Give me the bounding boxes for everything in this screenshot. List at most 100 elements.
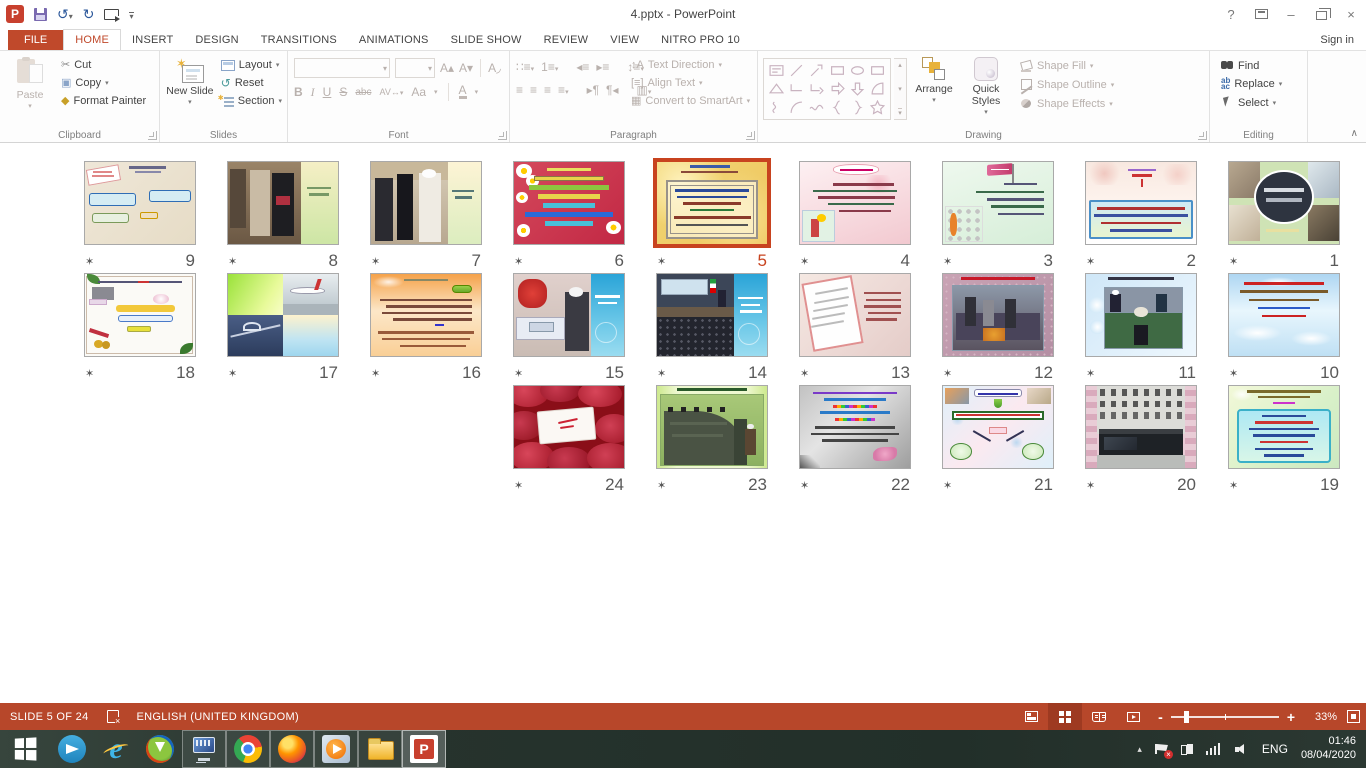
- undo-icon[interactable]: ↺▾: [57, 7, 73, 21]
- shape-glyph-4[interactable]: [850, 63, 865, 78]
- slide-sorter-view-button[interactable]: [1048, 703, 1082, 730]
- spell-check-icon[interactable]: [107, 710, 119, 723]
- slide-image-15[interactable]: [513, 273, 625, 357]
- font-dialog-launcher[interactable]: [498, 131, 507, 140]
- slide-image-20[interactable]: [1085, 385, 1197, 469]
- slide-thumbnail-13[interactable]: ✶13: [799, 273, 911, 383]
- shape-glyph-13[interactable]: [789, 100, 804, 115]
- language-indicator[interactable]: ENGLISH (UNITED KINGDOM): [137, 711, 299, 723]
- clipboard-dialog-launcher[interactable]: [148, 131, 157, 140]
- character-spacing-button[interactable]: AV↔▾: [379, 87, 403, 97]
- layout-button[interactable]: Layout▾: [218, 58, 285, 72]
- shape-glyph-9[interactable]: [830, 81, 845, 96]
- tab-file[interactable]: FILE: [8, 30, 63, 50]
- shape-glyph-7[interactable]: [789, 81, 804, 96]
- volume-icon[interactable]: [1235, 743, 1249, 755]
- slide-image-19[interactable]: [1228, 385, 1340, 469]
- shape-glyph-6[interactable]: [769, 81, 784, 96]
- restore-button[interactable]: [1306, 1, 1336, 27]
- tab-review[interactable]: REVIEW: [533, 30, 600, 50]
- font-color-button[interactable]: A: [459, 85, 467, 99]
- slide-thumbnail-6[interactable]: ✶6: [513, 161, 625, 271]
- taskbar-download-manager-button[interactable]: [138, 730, 182, 768]
- shape-glyph-1[interactable]: [789, 63, 804, 78]
- slide-thumbnail-11[interactable]: ✶11: [1085, 273, 1197, 383]
- font-size-combo[interactable]: ▾: [395, 58, 435, 78]
- shape-glyph-8[interactable]: [809, 81, 824, 96]
- bold-button[interactable]: B: [294, 85, 303, 99]
- shape-glyph-3[interactable]: [830, 63, 845, 78]
- change-case-button[interactable]: Aa: [411, 85, 426, 99]
- slide-thumbnail-5[interactable]: ✶5: [656, 161, 768, 271]
- slide-image-9[interactable]: [84, 161, 196, 245]
- taskbar-powerpoint-button[interactable]: P: [402, 730, 446, 768]
- align-text-button[interactable]: [≡]Align Text▾: [628, 76, 753, 90]
- increase-indent-button[interactable]: ▸≡: [596, 60, 609, 74]
- quick-styles-button[interactable]: Quick Styles▾: [961, 54, 1011, 117]
- shape-effects-button[interactable]: Shape Effects▾: [1017, 96, 1117, 111]
- powerpoint-logo-icon[interactable]: P: [6, 5, 24, 23]
- taskbar-firefox-button[interactable]: [270, 730, 314, 768]
- taskbar-file-explorer-button[interactable]: [358, 730, 402, 768]
- taskbar-chrome-button[interactable]: [226, 730, 270, 768]
- slide-image-6[interactable]: [513, 161, 625, 245]
- gallery-up-icon[interactable]: ▴: [898, 61, 902, 69]
- slide-image-22[interactable]: [799, 385, 911, 469]
- slide-thumbnail-17[interactable]: ✶17: [227, 273, 339, 383]
- start-slideshow-icon[interactable]: [104, 9, 119, 20]
- taskbar-telegram-button[interactable]: [50, 730, 94, 768]
- taskbar-media-player-button[interactable]: [314, 730, 358, 768]
- tab-transitions[interactable]: TRANSITIONS: [250, 30, 348, 50]
- slide-thumbnail-14[interactable]: ✶14: [656, 273, 768, 383]
- shape-outline-button[interactable]: Shape Outline▾: [1017, 77, 1117, 92]
- tab-insert[interactable]: INSERT: [121, 30, 184, 50]
- bullets-button[interactable]: ∷≡▾: [516, 60, 534, 74]
- section-button[interactable]: Section▾: [218, 94, 285, 108]
- slide-image-5[interactable]: [656, 161, 768, 245]
- shape-fill-button[interactable]: Shape Fill▾: [1017, 58, 1117, 73]
- font-name-combo[interactable]: ▾: [294, 58, 390, 78]
- tab-nitro-pro-10[interactable]: NITRO PRO 10: [650, 30, 751, 50]
- language-tray-indicator[interactable]: ENG: [1262, 742, 1288, 756]
- shape-glyph-14[interactable]: [809, 100, 824, 115]
- slide-image-7[interactable]: [370, 161, 482, 245]
- arrange-button[interactable]: Arrange▾: [907, 54, 961, 105]
- numbering-button[interactable]: 1≡▾: [541, 60, 558, 74]
- strikethrough-button[interactable]: S: [339, 85, 347, 99]
- ltr-direction-button[interactable]: ¶◂: [606, 83, 618, 97]
- slide-thumbnail-18[interactable]: ✶18: [84, 273, 196, 383]
- power-icon[interactable]: [1181, 743, 1193, 755]
- replace-button[interactable]: abacReplace▾: [1218, 77, 1285, 91]
- slide-thumbnail-10[interactable]: ✶10: [1228, 273, 1340, 383]
- help-button[interactable]: ?: [1216, 1, 1246, 27]
- slideshow-view-button[interactable]: [1116, 703, 1150, 730]
- slide-thumbnail-23[interactable]: ✶23: [656, 385, 768, 495]
- paragraph-dialog-launcher[interactable]: [746, 131, 755, 140]
- customize-qat-icon[interactable]: ▾: [129, 12, 133, 20]
- find-button[interactable]: Find: [1218, 58, 1285, 73]
- shapes-gallery[interactable]: [763, 58, 891, 120]
- tab-design[interactable]: DESIGN: [184, 30, 249, 50]
- slide-image-1[interactable]: [1228, 161, 1340, 245]
- slide-thumbnail-8[interactable]: ✶8: [227, 161, 339, 271]
- drawing-dialog-launcher[interactable]: [1198, 131, 1207, 140]
- undo-dropdown-icon[interactable]: ▾: [69, 12, 73, 21]
- redo-icon[interactable]: ↻: [83, 7, 95, 21]
- paste-button[interactable]: Paste▾: [2, 54, 58, 111]
- slide-image-12[interactable]: [942, 273, 1054, 357]
- taskbar-remote-desktop-button[interactable]: [182, 730, 226, 768]
- shrink-font-button[interactable]: A▾: [459, 61, 473, 75]
- slide-thumbnail-20[interactable]: ✶20: [1085, 385, 1197, 495]
- underline-button[interactable]: U: [323, 85, 332, 99]
- slide-image-4[interactable]: [799, 161, 911, 245]
- normal-view-button[interactable]: [1014, 703, 1048, 730]
- abc-strike-button[interactable]: abc: [355, 87, 371, 98]
- align-left-button[interactable]: ≡: [516, 83, 523, 97]
- tab-view[interactable]: VIEW: [599, 30, 650, 50]
- slide-image-13[interactable]: [799, 273, 911, 357]
- gallery-down-icon[interactable]: ▾: [898, 85, 902, 93]
- zoom-slider[interactable]: [1171, 716, 1279, 718]
- save-icon[interactable]: [34, 8, 47, 21]
- slide-thumbnail-16[interactable]: ✶16: [370, 273, 482, 383]
- slide-image-3[interactable]: [942, 161, 1054, 245]
